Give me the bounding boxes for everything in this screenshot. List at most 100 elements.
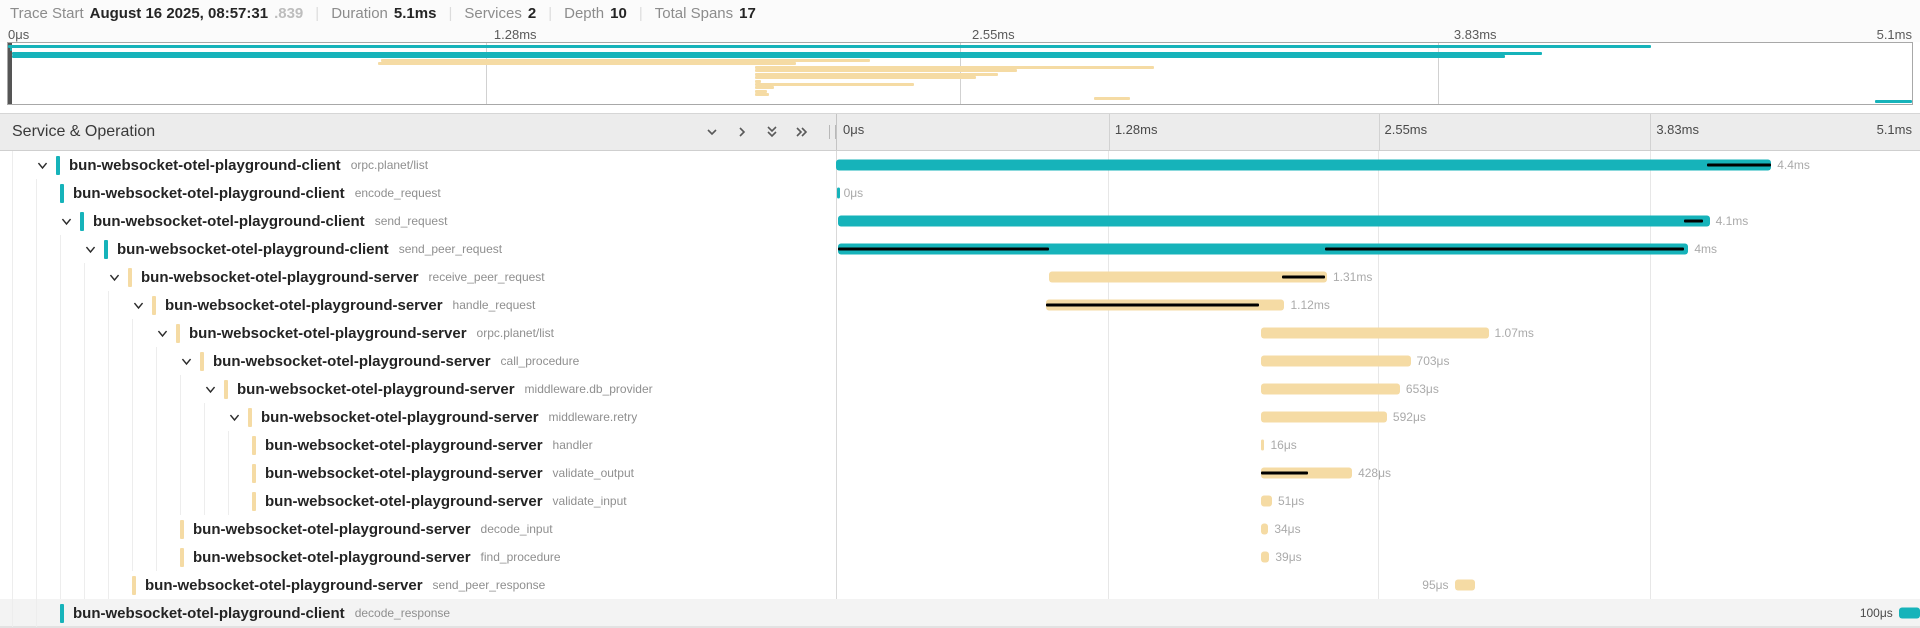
- timeline-header-gridline: [1109, 114, 1110, 150]
- indent-guide: [108, 375, 132, 403]
- span-name-cell[interactable]: bun-websocket-otel-playground-serverhand…: [0, 431, 836, 459]
- operation-name: validate_output: [553, 466, 634, 480]
- chevron-down-icon[interactable]: [228, 411, 248, 424]
- collapse-one-icon[interactable]: [704, 124, 720, 140]
- span-timeline-cell[interactable]: 4ms: [836, 235, 1920, 263]
- critical-path-segment: [1684, 220, 1703, 223]
- indent-guide: [204, 459, 228, 487]
- span-timeline-cell[interactable]: 592μs: [836, 403, 1920, 431]
- span-timeline-cell[interactable]: 4.4ms: [836, 151, 1920, 179]
- span-row[interactable]: bun-websocket-otel-playground-serverfind…: [0, 543, 1920, 571]
- indent-guide: [228, 431, 252, 459]
- span-duration-bar[interactable]: [1455, 580, 1475, 591]
- span-duration-bar[interactable]: [1261, 412, 1387, 423]
- expand-one-icon[interactable]: [734, 124, 750, 140]
- span-row[interactable]: bun-websocket-otel-playground-clientenco…: [0, 179, 1920, 207]
- indent-guide: [12, 207, 36, 235]
- span-row[interactable]: bun-websocket-otel-playground-servermidd…: [0, 403, 1920, 431]
- chevron-down-icon[interactable]: [36, 159, 56, 172]
- span-name-cell[interactable]: bun-websocket-otel-playground-clientorpc…: [0, 151, 836, 179]
- expand-all-icon[interactable]: [794, 124, 810, 140]
- span-name-cell[interactable]: bun-websocket-otel-playground-serverrece…: [0, 263, 836, 291]
- chevron-down-icon[interactable]: [84, 243, 104, 256]
- span-name-cell[interactable]: bun-websocket-otel-playground-serversend…: [0, 571, 836, 599]
- span-duration-bar[interactable]: [1261, 328, 1488, 339]
- span-row[interactable]: bun-websocket-otel-playground-servervali…: [0, 459, 1920, 487]
- divider: |: [448, 5, 452, 22]
- span-name-cell[interactable]: bun-websocket-otel-playground-clientenco…: [0, 179, 836, 207]
- chevron-down-icon[interactable]: [204, 383, 224, 396]
- span-row[interactable]: bun-websocket-otel-playground-serverrece…: [0, 263, 1920, 291]
- span-duration-bar[interactable]: [1261, 496, 1272, 507]
- span-timeline-cell[interactable]: 16μs: [836, 431, 1920, 459]
- span-row[interactable]: bun-websocket-otel-playground-servervali…: [0, 487, 1920, 515]
- span-timeline-cell[interactable]: 428μs: [836, 459, 1920, 487]
- span-row[interactable]: bun-websocket-otel-playground-clientsend…: [0, 235, 1920, 263]
- span-duration-bar[interactable]: [1261, 384, 1400, 395]
- indent-guide: [36, 291, 60, 319]
- span-name-cell[interactable]: bun-websocket-otel-playground-servervali…: [0, 459, 836, 487]
- span-timeline-cell[interactable]: 4.1ms: [836, 207, 1920, 235]
- operation-name: middleware.db_provider: [525, 382, 653, 396]
- service-color-strip: [152, 296, 156, 315]
- indent-guide: [132, 319, 156, 347]
- span-name-cell[interactable]: bun-websocket-otel-playground-serverfind…: [0, 543, 836, 571]
- span-row[interactable]: bun-websocket-otel-playground-serverorpc…: [0, 319, 1920, 347]
- chevron-down-icon[interactable]: [108, 271, 128, 284]
- span-row[interactable]: bun-websocket-otel-playground-serverhand…: [0, 291, 1920, 319]
- span-name-cell[interactable]: bun-websocket-otel-playground-clientsend…: [0, 235, 836, 263]
- span-timeline-cell[interactable]: 1.07ms: [836, 319, 1920, 347]
- span-row[interactable]: bun-websocket-otel-playground-serverhand…: [0, 431, 1920, 459]
- trace-minimap[interactable]: [7, 42, 1913, 105]
- column-resizer-handle[interactable]: [829, 125, 836, 139]
- span-name-cell[interactable]: bun-websocket-otel-playground-serverdeco…: [0, 515, 836, 543]
- span-row[interactable]: bun-websocket-otel-playground-servermidd…: [0, 375, 1920, 403]
- span-timeline-cell[interactable]: 100μs: [836, 599, 1920, 627]
- span-timeline-cell[interactable]: 1.12ms: [836, 291, 1920, 319]
- span-timeline-cell[interactable]: 653μs: [836, 375, 1920, 403]
- collapse-all-icon[interactable]: [764, 124, 780, 140]
- span-timeline-cell[interactable]: 1.31ms: [836, 263, 1920, 291]
- span-timeline-cell[interactable]: 34μs: [836, 515, 1920, 543]
- span-name-cell[interactable]: bun-websocket-otel-playground-servercall…: [0, 347, 836, 375]
- indent-guide: [36, 179, 60, 207]
- indent-guide: [156, 431, 180, 459]
- span-duration-bar[interactable]: [837, 188, 840, 199]
- indent-guide: [108, 571, 132, 599]
- span-name-cell[interactable]: bun-websocket-otel-playground-clientdeco…: [0, 599, 836, 627]
- span-duration-bar[interactable]: [1261, 552, 1269, 563]
- span-duration-bar[interactable]: [1261, 356, 1410, 367]
- span-row[interactable]: bun-websocket-otel-playground-clientdeco…: [0, 599, 1920, 627]
- span-name-cell[interactable]: bun-websocket-otel-playground-servermidd…: [0, 403, 836, 431]
- span-name-cell[interactable]: bun-websocket-otel-playground-serverorpc…: [0, 319, 836, 347]
- chevron-down-icon[interactable]: [132, 299, 152, 312]
- span-name-cell[interactable]: bun-websocket-otel-playground-servermidd…: [0, 375, 836, 403]
- indent-guide: [12, 599, 36, 627]
- chevron-down-icon[interactable]: [156, 327, 176, 340]
- span-name-cell[interactable]: bun-websocket-otel-playground-serverhand…: [0, 291, 836, 319]
- operation-name: send_request: [375, 214, 448, 228]
- span-timeline-cell[interactable]: 39μs: [836, 543, 1920, 571]
- span-row[interactable]: bun-websocket-otel-playground-servercall…: [0, 347, 1920, 375]
- indent-guide: [36, 207, 60, 235]
- span-duration-bar[interactable]: [1899, 608, 1920, 619]
- trace-start-value: August 16 2025, 08:57:31: [90, 5, 268, 22]
- span-row[interactable]: bun-websocket-otel-playground-clientorpc…: [0, 151, 1920, 179]
- span-name-cell[interactable]: bun-websocket-otel-playground-servervali…: [0, 487, 836, 515]
- span-timeline-cell[interactable]: 51μs: [836, 487, 1920, 515]
- span-duration-bar[interactable]: [836, 160, 1771, 171]
- span-duration-bar[interactable]: [838, 216, 1709, 227]
- chevron-down-icon[interactable]: [180, 355, 200, 368]
- span-timeline-cell[interactable]: 0μs: [836, 179, 1920, 207]
- span-duration-bar[interactable]: [1261, 524, 1268, 535]
- indent-guide: [84, 487, 108, 515]
- span-row[interactable]: bun-websocket-otel-playground-serversend…: [0, 571, 1920, 599]
- span-timeline-cell[interactable]: 95μs: [836, 571, 1920, 599]
- chevron-down-icon[interactable]: [60, 215, 80, 228]
- span-row[interactable]: bun-websocket-otel-playground-serverdeco…: [0, 515, 1920, 543]
- span-duration-bar[interactable]: [1261, 440, 1264, 451]
- span-name-cell[interactable]: bun-websocket-otel-playground-clientsend…: [0, 207, 836, 235]
- span-row[interactable]: bun-websocket-otel-playground-clientsend…: [0, 207, 1920, 235]
- span-timeline-cell[interactable]: 703μs: [836, 347, 1920, 375]
- indent-guide: [156, 347, 180, 375]
